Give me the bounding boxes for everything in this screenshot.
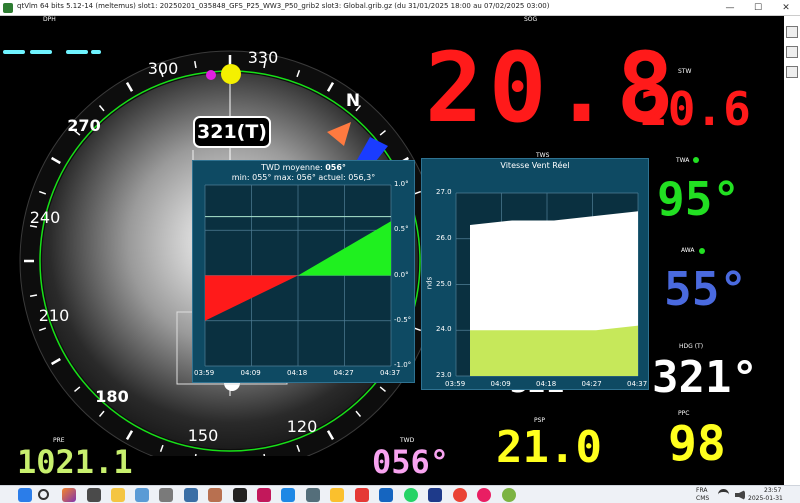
tws-y-tick: 25.0 (436, 279, 452, 288)
app-icon-11[interactable] (355, 488, 369, 502)
twd-y-tick: 0.0° (394, 270, 409, 279)
sog-label: SOG (524, 16, 538, 23)
tws-y-unit: nds (425, 276, 434, 290)
app-icon-1[interactable] (62, 488, 76, 502)
twd-x-tick: 04:27 (333, 369, 354, 377)
tws-y-tick: 23.0 (436, 371, 452, 379)
waypoint-marker (206, 70, 216, 80)
heading-box: 321(T) (193, 116, 271, 148)
twa-label: TWA (676, 157, 690, 164)
compass-label-150: 150 (188, 426, 219, 445)
twd-y-tick: 0.5° (394, 225, 409, 234)
tws-y-tick: 26.0 (436, 233, 452, 242)
wifi-icon[interactable] (718, 489, 729, 500)
tws-label: TWS (536, 152, 550, 159)
app-icon-4[interactable] (184, 488, 198, 502)
app-icon-9[interactable] (306, 488, 320, 502)
volume-icon[interactable] (735, 490, 745, 500)
start-icon[interactable] (18, 488, 32, 502)
app-icon-7[interactable] (257, 488, 271, 502)
app-icon-5[interactable] (208, 488, 222, 502)
heading-box-value: 321(T) (197, 121, 267, 143)
side-button-1[interactable] (786, 26, 798, 38)
tws-y-tick: 27.0 (436, 188, 452, 196)
twd-value: 056° (372, 443, 450, 481)
folder-icon[interactable] (111, 488, 125, 502)
tws-x-tick: 04:37 (627, 380, 648, 388)
twd-y-tick: 1.0° (394, 180, 409, 188)
twa-value: 95° (657, 172, 741, 226)
compass-label-240: 240 (30, 208, 61, 227)
awa-value: 55° (664, 262, 748, 316)
chrome-icon[interactable] (453, 488, 467, 502)
awa-label: AWA (681, 247, 695, 254)
tws-x-tick: 04:09 (490, 380, 511, 388)
stw-value: 20.6 (640, 82, 751, 136)
twd-x-tick: 04:37 (380, 369, 401, 377)
app-icon-6[interactable] (233, 488, 247, 502)
search-icon[interactable] (38, 489, 49, 500)
tws-x-tick: 04:18 (536, 380, 557, 388)
app-icon-14[interactable] (477, 488, 491, 502)
compass-label-210: 210 (39, 306, 70, 325)
tws-chart (455, 192, 639, 377)
psp-value: 21.0 (496, 422, 602, 473)
tws-y-tick: 24.0 (436, 325, 452, 334)
twd-y-tick: -1.0° (394, 361, 412, 369)
stw-label: STW (678, 68, 692, 75)
taskbar: FRA CMS 23:57 2025-01-31 (0, 485, 800, 503)
twa-status-dot (693, 157, 699, 163)
app-icon-3[interactable] (135, 488, 149, 502)
lang-indicator-1[interactable]: FRA (696, 487, 707, 494)
side-button-2[interactable] (786, 46, 798, 58)
compass-label-300: 300 (148, 59, 179, 78)
tws-x-tick: 03:59 (445, 380, 466, 388)
instruments-dashboard: N 330 300 270 240 210 180 150 120 321(T)… (0, 16, 800, 485)
whatsapp-icon[interactable] (404, 488, 418, 502)
twd-x-tick: 04:18 (287, 369, 308, 377)
dph-label: DPH (43, 16, 56, 23)
hdg-value: 321° (652, 352, 758, 403)
twd-history-panel[interactable]: TWD moyenne: 056° min: 055° max: 056° ac… (192, 160, 415, 383)
heading-marker (221, 64, 241, 84)
minimize-button[interactable]: — (716, 1, 744, 15)
side-button-3[interactable] (786, 66, 798, 78)
close-button[interactable]: ✕ (772, 1, 800, 15)
tws-area-lower (470, 325, 638, 376)
window-titlebar: qtVlm 64 bits 5.12-14 (meltemus) slot1: … (0, 0, 800, 16)
app-icon-10[interactable] (330, 488, 344, 502)
compass-label-330: 330 (248, 48, 279, 67)
twd-x-tick: 04:09 (240, 369, 261, 377)
settings-icon[interactable] (159, 488, 173, 502)
maximize-button[interactable]: ☐ (744, 1, 772, 15)
twd-chart (204, 184, 392, 367)
app-icon (3, 3, 13, 13)
clock-time[interactable]: 23:57 (764, 487, 781, 494)
window-title: qtVlm 64 bits 5.12-14 (meltemus) slot1: … (17, 2, 550, 10)
awa-status-dot (699, 248, 705, 254)
dph-dashes (3, 50, 101, 54)
app-icon-2[interactable] (87, 488, 101, 502)
twd-x-tick: 03:59 (194, 369, 215, 377)
compass-label-270: 270 (67, 116, 100, 135)
app-icon-12[interactable] (379, 488, 393, 502)
tws-history-panel[interactable]: TWS Vitesse Vent Réel 27.0 26.0 25.0 24.0 23… (421, 152, 649, 390)
compass-label-180: 180 (95, 387, 128, 406)
tws-x-tick: 04:27 (581, 380, 602, 388)
north-label: N (346, 91, 360, 111)
pre-value: 1021.1 (17, 443, 133, 481)
lang-indicator-2[interactable]: CMS (696, 495, 709, 502)
app-icon-13[interactable] (428, 488, 442, 502)
hdg-label: HDG (T) (679, 343, 704, 350)
app-icon-15[interactable] (502, 488, 516, 502)
twd-y-tick: -0.5° (394, 315, 412, 324)
app-icon-8[interactable] (281, 488, 295, 502)
clock-date[interactable]: 2025-01-31 (748, 495, 783, 502)
compass-label-120: 120 (287, 417, 318, 436)
side-toolbar (784, 16, 800, 485)
ppc-value: 98 (668, 416, 726, 472)
